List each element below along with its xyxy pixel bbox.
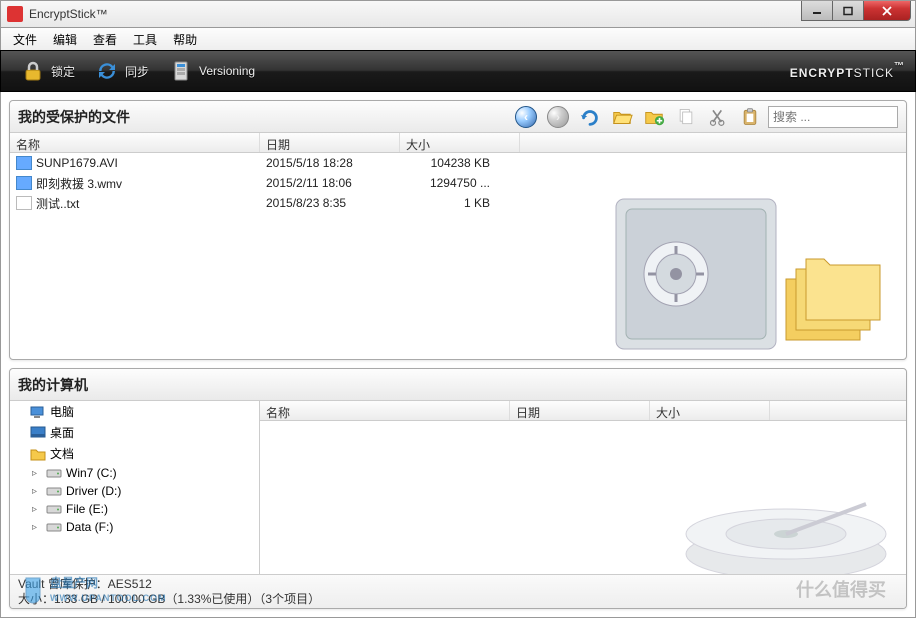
computer-panel-header: 我的计算机	[10, 369, 906, 401]
window-title: EncryptStick™	[29, 7, 915, 21]
new-folder-button[interactable]	[640, 104, 668, 130]
file-icon	[16, 176, 32, 190]
paste-button[interactable]	[736, 104, 764, 130]
tree-item[interactable]: 文档	[10, 443, 259, 464]
protected-column-header: 名称 日期 大小	[10, 133, 906, 153]
tree-label: Driver (D:)	[66, 484, 121, 498]
app-icon	[7, 6, 23, 22]
watermark-right: 什么值得买	[796, 583, 886, 598]
protected-panel-title: 我的受保护的文件	[18, 107, 508, 127]
drive-icon	[46, 502, 62, 516]
tree-item[interactable]: ▹ Data (F:)	[10, 518, 259, 536]
lock-label: 锁定	[51, 63, 75, 80]
watermark-left: 盘量产网 WWW.UPANTOOL.COM	[20, 576, 167, 606]
nav-back-button[interactable]: ‹	[512, 104, 540, 130]
file-name: 测试..txt	[36, 195, 79, 212]
drive-icon	[46, 466, 62, 480]
tree-item[interactable]: ▹ Driver (D:)	[10, 482, 259, 500]
tree-caret-icon: ▹	[32, 504, 42, 515]
menubar: 文件 编辑 查看 工具 帮助	[0, 28, 916, 50]
desktop-icon	[30, 426, 46, 440]
tree-item[interactable]: ▹ Win7 (C:)	[10, 464, 259, 482]
tree-caret-icon: ▹	[32, 522, 42, 533]
file-row[interactable]: 即刻救援 3.wmv 2015/2/11 18:061294750 ...	[10, 173, 906, 193]
sync-icon	[95, 59, 119, 83]
file-icon	[16, 156, 32, 170]
col-name[interactable]: 名称	[260, 401, 510, 420]
versioning-button[interactable]: Versioning	[159, 55, 265, 87]
file-name: 即刻救援 3.wmv	[36, 175, 122, 192]
search-input[interactable]	[768, 106, 898, 128]
copy-button[interactable]	[672, 104, 700, 130]
file-size: 104238 KB	[400, 156, 520, 170]
my-computer-panel: 我的计算机 电脑桌面文档 ▹ Win7 (C:) ▹ Driver (D:) ▹ File …	[9, 368, 907, 609]
sync-button[interactable]: 同步	[85, 55, 159, 87]
tree-label: 电脑	[50, 403, 74, 420]
lock-icon	[21, 59, 45, 83]
folder-icon	[30, 447, 46, 461]
protected-panel-header: 我的受保护的文件 ‹ ›	[10, 101, 906, 133]
computer-file-area: 名称 日期 大小	[260, 401, 906, 574]
drive-icon	[46, 484, 62, 498]
vault-illustration	[606, 189, 906, 359]
file-name: SUNP1679.AVI	[36, 156, 118, 170]
tree-label: Data (F:)	[66, 520, 113, 534]
menu-tools[interactable]: 工具	[125, 28, 165, 51]
col-date[interactable]: 日期	[510, 401, 650, 420]
protected-file-list[interactable]: SUNP1679.AVI 2015/5/18 18:28104238 KB 即刻救援…	[10, 153, 906, 359]
menu-view[interactable]: 查看	[85, 28, 125, 51]
versioning-label: Versioning	[199, 64, 255, 78]
tree-caret-icon: ▹	[32, 486, 42, 497]
folder-tree[interactable]: 电脑桌面文档 ▹ Win7 (C:) ▹ Driver (D:) ▹ File (E:) ▹ D…	[10, 401, 260, 574]
brand-logo: ENCRYPTSTICK™	[790, 61, 905, 82]
open-folder-button[interactable]	[608, 104, 636, 130]
close-button[interactable]	[863, 1, 911, 21]
col-date[interactable]: 日期	[260, 133, 400, 152]
drive-icon	[46, 520, 62, 534]
content-frame: 我的受保护的文件 ‹ › 名称 日期 大小 SUNP1679.AVI 2015/5…	[0, 92, 916, 618]
file-date: 2015/8/23 8:35	[260, 196, 400, 210]
menu-file[interactable]: 文件	[5, 28, 45, 51]
col-size[interactable]: 大小	[650, 401, 770, 420]
minimize-button[interactable]	[801, 1, 833, 21]
file-row[interactable]: 测试..txt 2015/8/23 8:351 KB	[10, 193, 906, 213]
lock-button[interactable]: 锁定	[11, 55, 85, 87]
tree-item[interactable]: ▹ File (E:)	[10, 500, 259, 518]
file-date: 2015/2/11 18:06	[260, 176, 400, 190]
col-size[interactable]: 大小	[400, 133, 520, 152]
file-icon	[16, 196, 32, 210]
nav-forward-button[interactable]: ›	[544, 104, 572, 130]
file-size: 1294750 ...	[400, 176, 520, 190]
tree-label: File (E:)	[66, 502, 108, 516]
server-icon	[169, 59, 193, 83]
tree-item[interactable]: 电脑	[10, 401, 259, 422]
tree-label: 文档	[50, 445, 74, 462]
menu-edit[interactable]: 编辑	[45, 28, 85, 51]
tree-item[interactable]: 桌面	[10, 422, 259, 443]
maximize-button[interactable]	[832, 1, 864, 21]
sync-label: 同步	[125, 63, 149, 80]
file-size: 1 KB	[400, 196, 520, 210]
tree-label: 桌面	[50, 424, 74, 441]
tree-label: Win7 (C:)	[66, 466, 117, 480]
computer-panel-title: 我的计算机	[18, 375, 898, 395]
col-name[interactable]: 名称	[10, 133, 260, 152]
hdd-illustration	[676, 464, 896, 584]
file-date: 2015/5/18 18:28	[260, 156, 400, 170]
tree-caret-icon: ▹	[32, 468, 42, 479]
protected-files-panel: 我的受保护的文件 ‹ › 名称 日期 大小 SUNP1679.AVI 2015/5…	[9, 100, 907, 360]
file-row[interactable]: SUNP1679.AVI 2015/5/18 18:28104238 KB	[10, 153, 906, 173]
main-toolbar: 锁定 同步 Versioning ENCRYPTSTICK™	[0, 50, 916, 92]
computer-column-header: 名称 日期 大小	[260, 401, 906, 421]
window-controls	[802, 1, 911, 21]
menu-help[interactable]: 帮助	[165, 28, 205, 51]
undo-button[interactable]	[576, 104, 604, 130]
status-bar: Vault 曾库保护：AES512 大小：1.33 GB / 100.00 GB…	[10, 574, 906, 608]
cut-button[interactable]	[704, 104, 732, 130]
pc-icon	[30, 405, 46, 419]
titlebar: EncryptStick™	[0, 0, 916, 28]
